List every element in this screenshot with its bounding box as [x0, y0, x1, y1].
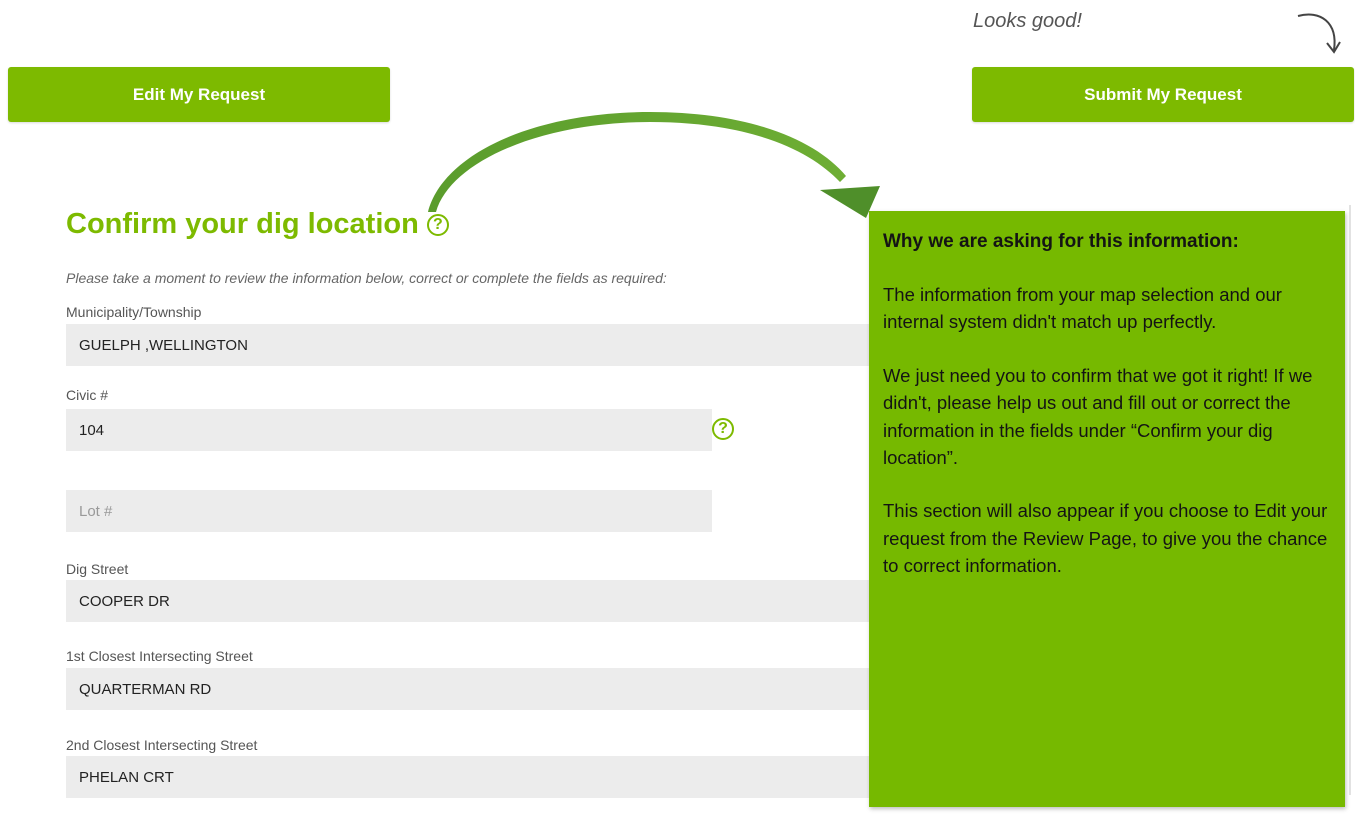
dig-street-field[interactable]: COOPER DR	[66, 580, 896, 622]
intersect2-field[interactable]: PHELAN CRT	[66, 756, 896, 798]
intersect2-label: 2nd Closest Intersecting Street	[66, 737, 258, 753]
intersect1-label: 1st Closest Intersecting Street	[66, 648, 253, 664]
tooltip-paragraph-2: We just need you to confirm that we got …	[883, 364, 1313, 468]
municipality-label: Municipality/Township	[66, 304, 202, 320]
edit-my-request-button[interactable]: Edit My Request	[8, 67, 390, 122]
civic-help-icon[interactable]: ?	[712, 418, 734, 440]
looks-good-note: Looks good!	[973, 10, 1082, 32]
tooltip-heading: Why we are asking for this information:	[883, 231, 1239, 252]
dig-street-label: Dig Street	[66, 561, 129, 577]
civic-field[interactable]: 104	[66, 409, 712, 451]
scrollbar[interactable]	[1349, 205, 1351, 795]
municipality-field[interactable]: GUELPH ,WELLINGTON	[66, 324, 896, 366]
lot-field[interactable]: Lot #	[66, 490, 712, 532]
section-title: Confirm your dig location ?	[66, 208, 449, 241]
intro-text: Please take a moment to review the infor…	[66, 270, 667, 286]
section-title-text: Confirm your dig location	[66, 208, 419, 240]
intersect1-field[interactable]: QUARTERMAN RD	[66, 668, 896, 710]
civic-label: Civic #	[66, 387, 109, 403]
curved-arrow-icon	[1297, 13, 1341, 54]
submit-my-request-button[interactable]: Submit My Request	[972, 67, 1354, 122]
tooltip-paragraph-1: The information from your map selection …	[883, 284, 1282, 333]
tooltip-paragraph-3: This section will also appear if you cho…	[883, 500, 1328, 577]
pointer-arrow-icon	[428, 112, 880, 218]
help-icon[interactable]: ?	[426, 213, 449, 236]
info-tooltip: Why we are asking for this information: …	[869, 211, 1345, 807]
